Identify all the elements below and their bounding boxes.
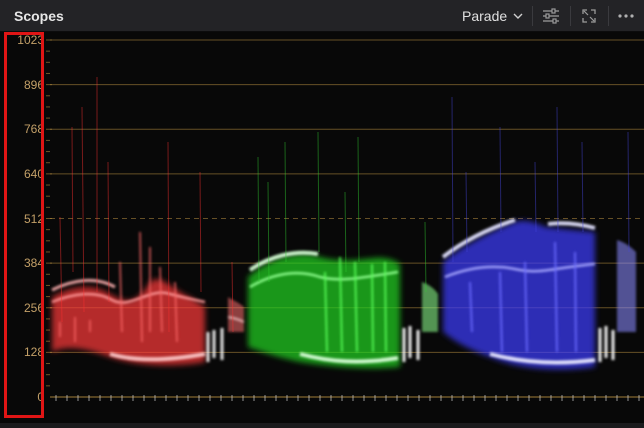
expand-button[interactable] xyxy=(576,4,602,28)
toolbar-divider xyxy=(608,6,609,26)
panel-title: Scopes xyxy=(14,8,64,24)
blue-channel-waveform xyxy=(441,96,636,370)
baseline-ticks xyxy=(55,395,640,401)
scope-mode-label: Parade xyxy=(462,8,508,24)
chevron-down-icon xyxy=(513,13,523,19)
scope-mode-dropdown[interactable]: Parade xyxy=(462,6,523,26)
toolbar-divider xyxy=(532,6,533,26)
scope-settings-button[interactable] xyxy=(538,4,564,28)
toolbar-divider xyxy=(570,6,571,26)
parade-scope-area xyxy=(0,32,644,423)
red-channel-waveform xyxy=(51,77,245,366)
y-axis-highlight xyxy=(4,32,44,418)
more-icon xyxy=(618,14,634,18)
more-options-button[interactable] xyxy=(613,4,639,28)
parade-waveform xyxy=(46,39,644,401)
sliders-icon xyxy=(543,8,559,24)
expand-icon xyxy=(582,9,596,23)
scopes-titlebar: Scopes Parade xyxy=(0,0,644,32)
green-channel-waveform xyxy=(248,131,438,369)
